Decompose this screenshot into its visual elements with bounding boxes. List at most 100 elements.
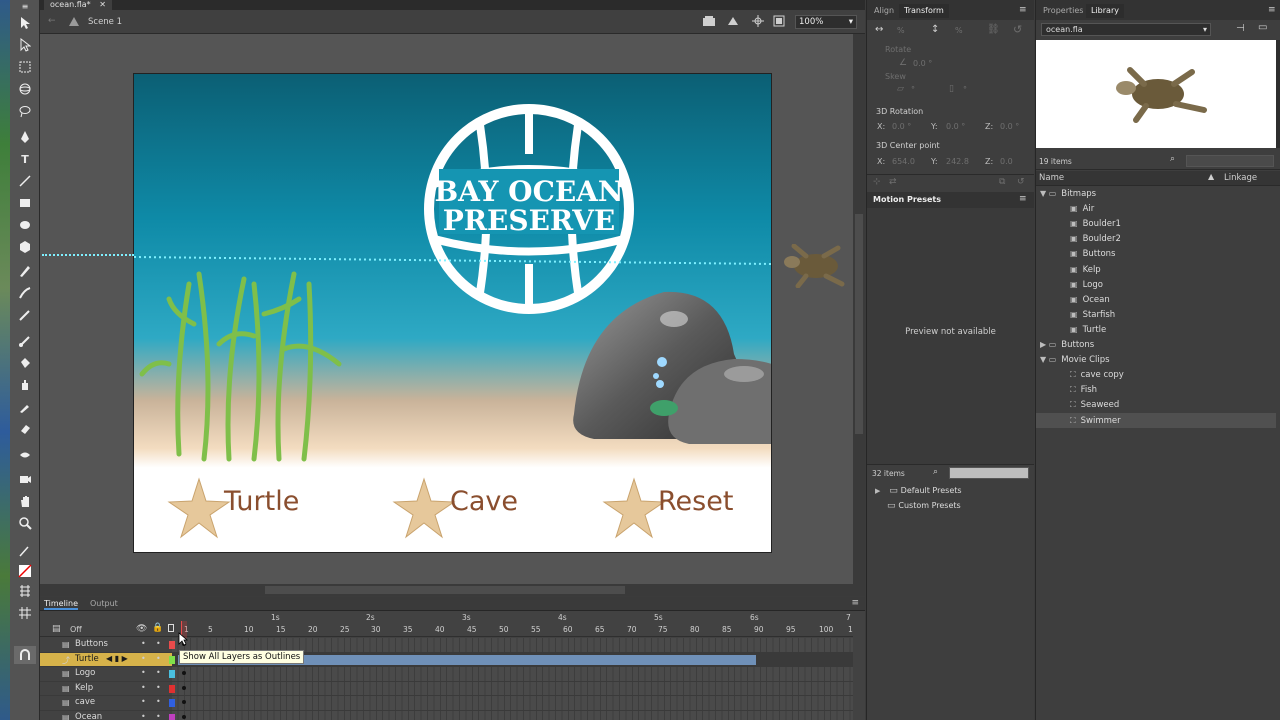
rot-x-value[interactable]: 0.0 °: [892, 122, 911, 131]
text-tool-icon[interactable]: T: [14, 150, 36, 168]
stage[interactable]: BAY OCEAN PRESERVE Turtle Cave Reset: [133, 73, 772, 553]
turtle-symbol[interactable]: [776, 243, 854, 291]
outline-color-swatch[interactable]: [169, 641, 175, 649]
outline-color-swatch[interactable]: [169, 670, 175, 678]
tab-properties[interactable]: Properties: [1038, 4, 1088, 18]
3d-rotation-tool-icon[interactable]: [14, 80, 36, 98]
layer-row[interactable]: ▤ Buttons • •: [40, 638, 853, 653]
width-tool-icon[interactable]: [14, 446, 36, 464]
visibility-dot[interactable]: •: [141, 712, 146, 720]
visibility-dot[interactable]: •: [141, 654, 146, 663]
bay-ocean-preserve-logo[interactable]: BAY OCEAN PRESERVE: [424, 104, 634, 314]
rotate-value[interactable]: 0.0 °: [913, 59, 932, 68]
panel-menu-icon[interactable]: ≡: [1268, 5, 1276, 15]
paint-brush-tool-icon[interactable]: [14, 306, 36, 324]
eyedropper-tool-icon[interactable]: [14, 398, 36, 416]
outline-color-swatch[interactable]: [169, 655, 175, 664]
eraser-tool-icon[interactable]: [14, 420, 36, 438]
layer-name[interactable]: Ocean: [75, 712, 102, 720]
layer-name[interactable]: Kelp: [75, 683, 93, 693]
visibility-dot[interactable]: •: [141, 683, 146, 692]
vertical-scrollbar[interactable]: [853, 34, 865, 584]
panel-menu-icon[interactable]: ≡: [1019, 194, 1027, 204]
flip-icon[interactable]: ⇄: [889, 177, 897, 187]
center-y-value[interactable]: 242.8: [946, 157, 969, 166]
tab-align[interactable]: Align: [869, 4, 899, 18]
tab-library[interactable]: Library: [1086, 4, 1124, 18]
lock-dot[interactable]: •: [156, 654, 161, 663]
outline-color-swatch[interactable]: [169, 699, 175, 707]
horizontal-scrollbar[interactable]: [40, 584, 865, 596]
swap-colors-icon[interactable]: [14, 582, 36, 600]
pencil-tool-icon[interactable]: [14, 262, 36, 280]
pin-icon[interactable]: ⊣: [1236, 23, 1245, 34]
bone-tool-icon[interactable]: [14, 332, 36, 350]
library-item[interactable]: ▣ Turtle: [1070, 322, 1106, 337]
collapse-icon[interactable]: ≡: [14, 2, 36, 11]
paint-bucket-tool-icon[interactable]: [14, 354, 36, 372]
link-icon[interactable]: ⛓: [987, 24, 1000, 35]
center-x-value[interactable]: 654.0: [892, 157, 915, 166]
keyframe[interactable]: [182, 700, 186, 704]
disclosure-triangle-icon[interactable]: ▶: [875, 487, 880, 495]
brush-tool-icon[interactable]: [14, 284, 36, 302]
visibility-dot[interactable]: •: [141, 639, 146, 648]
library-item[interactable]: ▣ Boulder1: [1070, 216, 1121, 231]
center-z-value[interactable]: 0.0: [1000, 157, 1013, 166]
lock-dot[interactable]: •: [156, 639, 161, 648]
skew-value-1[interactable]: °: [911, 85, 915, 94]
outline-color-swatch[interactable]: [169, 713, 175, 720]
skew-value-2[interactable]: °: [963, 85, 967, 94]
rot-z-value[interactable]: 0.0 °: [1000, 122, 1019, 131]
fill-color-swatch[interactable]: [14, 562, 36, 580]
library-item[interactable]: ▣ Ocean: [1070, 292, 1110, 307]
lock-dot[interactable]: •: [156, 683, 161, 692]
keyframe[interactable]: [182, 671, 186, 675]
subselection-tool-icon[interactable]: [14, 36, 36, 54]
remove-transform-icon[interactable]: ↺: [1017, 177, 1025, 187]
layer-row[interactable]: ⤴ Turtle ◀ ▮ ▶ • •: [40, 652, 853, 667]
layer-name[interactable]: Turtle: [75, 654, 99, 664]
library-item[interactable]: ⛶ Seaweed: [1070, 397, 1119, 412]
library-item[interactable]: ⛶ Swimmer: [1036, 412, 1276, 428]
library-item[interactable]: ▣ Air: [1070, 201, 1094, 216]
layer-name[interactable]: Logo: [75, 668, 95, 678]
clip-stage-icon[interactable]: [773, 15, 785, 30]
library-item[interactable]: ▼ ▭ Movie Clips: [1040, 352, 1110, 367]
polystar-tool-icon[interactable]: [14, 238, 36, 256]
back-arrow-icon[interactable]: ←: [48, 16, 56, 26]
duplicate-icon[interactable]: ⧉: [999, 177, 1005, 187]
center-stage-icon[interactable]: [752, 15, 764, 30]
library-item[interactable]: ▣ Boulder2: [1070, 231, 1121, 246]
document-tab[interactable]: ocean.fla* ✕: [44, 0, 112, 10]
layer-row[interactable]: ▤ Ocean • •: [40, 710, 853, 720]
frame-cells[interactable]: [172, 696, 853, 710]
visibility-dot[interactable]: •: [141, 697, 146, 706]
tab-timeline[interactable]: Timeline: [44, 599, 79, 610]
library-item[interactable]: ▶ ▭ Buttons: [1040, 337, 1094, 352]
library-item[interactable]: ▣ Logo: [1070, 277, 1103, 292]
rot-y-value[interactable]: 0.0 °: [946, 122, 965, 131]
hand-tool-icon[interactable]: [14, 492, 36, 510]
library-item[interactable]: ▼ ▭ Bitmaps: [1040, 186, 1096, 201]
horizontal-scroll-thumb[interactable]: [265, 586, 625, 594]
selection-tool-icon[interactable]: [14, 14, 36, 32]
edit-symbols-icon[interactable]: [726, 15, 740, 30]
outline-color-swatch[interactable]: [169, 684, 175, 693]
column-name[interactable]: Name: [1039, 173, 1064, 183]
frame-cells[interactable]: [172, 710, 853, 720]
pen-tool-icon[interactable]: [14, 128, 36, 146]
sort-up-icon[interactable]: ▲: [1208, 172, 1214, 181]
panel-menu-icon[interactable]: ≡: [1019, 5, 1027, 15]
line-tool-icon[interactable]: [14, 172, 36, 190]
free-transform-tool-icon[interactable]: [14, 58, 36, 76]
frame-cells[interactable]: [172, 667, 853, 681]
stroke-color-icon[interactable]: [14, 542, 36, 560]
keyframe-nav-icon[interactable]: ◀ ▮ ▶: [106, 654, 128, 663]
panel-menu-icon[interactable]: ≡: [851, 598, 859, 608]
pivot-icon[interactable]: ⊹: [873, 177, 881, 187]
reset-icon[interactable]: ↺: [1013, 23, 1022, 36]
clip-icon[interactable]: [702, 15, 716, 30]
zoom-select[interactable]: 100% ▾: [795, 15, 857, 29]
layer-row[interactable]: ▤ cave • •: [40, 696, 853, 711]
